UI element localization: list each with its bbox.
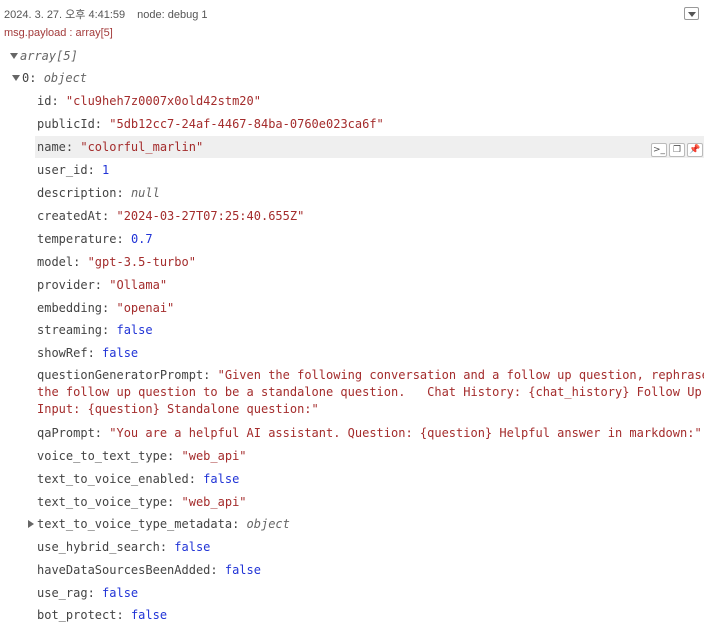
tree-row-hovered[interactable]: name: "colorful_marlin" [35, 136, 704, 158]
null-value: null [130, 186, 160, 200]
boolean-value: false [224, 563, 261, 577]
tree-row[interactable]: embedding: "openai" [0, 297, 704, 319]
boolean-value: false [102, 346, 139, 360]
tree-row[interactable]: provider: "Ollama" [0, 274, 704, 296]
tree-row[interactable]: haveDataSourcesBeenAdded: false [0, 559, 704, 581]
boolean-value: false [203, 472, 240, 486]
tree-row[interactable]: user_id: 1 [0, 159, 704, 181]
tree-root[interactable]: array[5] [0, 45, 704, 67]
tree-row-collapsed[interactable]: text_to_voice_type_metadata: object [0, 513, 704, 535]
number-value: 0.7 [130, 232, 153, 246]
pin-icon[interactable]: 📌 [687, 143, 703, 157]
expand-toggle-icon[interactable] [28, 520, 34, 528]
row-tools: >_ ❐ 📌 [651, 139, 704, 157]
timestamp: 2024. 3. 27. 오후 4:41:59 [4, 9, 126, 21]
copy-path-icon[interactable]: >_ [651, 143, 667, 157]
string-value: "Ollama" [109, 278, 168, 292]
collapse-toggle-icon[interactable] [10, 53, 18, 59]
string-value: "openai" [116, 301, 175, 315]
tree-row[interactable]: use_hybrid_search: false [0, 536, 704, 558]
collapse-toggle-icon[interactable] [12, 75, 20, 81]
tree-row[interactable]: description: null [0, 182, 704, 204]
tree-row[interactable]: questionGeneratorPrompt: "Given the foll… [0, 367, 704, 419]
message-topic: msg.payload : array[5] [4, 27, 113, 39]
root-type: array[5] [20, 49, 78, 63]
string-value: "colorful_marlin" [80, 140, 204, 154]
item-type: object [43, 71, 88, 85]
tree-row[interactable]: voice_to_text_type: "web_api" [0, 445, 704, 467]
tree-row[interactable]: streaming: false [0, 319, 704, 341]
string-value: "web_api" [181, 495, 247, 509]
tree-row[interactable]: temperature: 0.7 [0, 228, 704, 250]
tree-row[interactable]: bot_protect: false [0, 604, 704, 625]
type-value: object [246, 517, 290, 531]
tree-item-0[interactable]: 0: object [0, 67, 704, 89]
message-meta: 2024. 3. 27. 오후 4:41:59 node: debug 1 [4, 6, 208, 22]
string-value: "2024-03-27T07:25:40.655Z" [116, 209, 305, 223]
string-value: "web_api" [181, 449, 247, 463]
boolean-value: false [116, 323, 153, 337]
tree-row[interactable]: publicId: "5db12cc7-24af-4467-84ba-0760e… [0, 113, 704, 135]
tree-row[interactable]: text_to_voice_type: "web_api" [0, 491, 704, 513]
tree-row[interactable]: model: "gpt-3.5-turbo" [0, 251, 704, 273]
node-link[interactable]: node: debug 1 [137, 9, 207, 21]
tree-row[interactable]: id: "clu9heh7z0007x0old42stm20" [0, 90, 704, 112]
string-value: "5db12cc7-24af-4467-84ba-0760e023ca6f" [109, 117, 384, 131]
boolean-value: false [174, 540, 211, 554]
copy-value-icon[interactable]: ❐ [669, 143, 685, 157]
string-value: "You are a helpful AI assistant. Questio… [109, 426, 702, 440]
tree-row[interactable]: showRef: false [0, 342, 704, 364]
debug-message-header: 2024. 3. 27. 오후 4:41:59 node: debug 1 [0, 0, 704, 22]
message-menu-chevron-down-icon[interactable] [684, 7, 699, 20]
tree-row[interactable]: qaPrompt: "You are a helpful AI assistan… [0, 422, 704, 444]
boolean-value: false [130, 608, 168, 622]
string-value: "gpt-3.5-turbo" [87, 255, 196, 269]
number-value: 1 [102, 163, 110, 177]
tree-row[interactable]: use_rag: false [0, 582, 704, 604]
tree-row[interactable]: createdAt: "2024-03-27T07:25:40.655Z" [0, 205, 704, 227]
boolean-value: false [102, 586, 139, 600]
tree-row[interactable]: text_to_voice_enabled: false [0, 468, 704, 490]
string-value: "clu9heh7z0007x0old42stm20" [65, 94, 261, 108]
